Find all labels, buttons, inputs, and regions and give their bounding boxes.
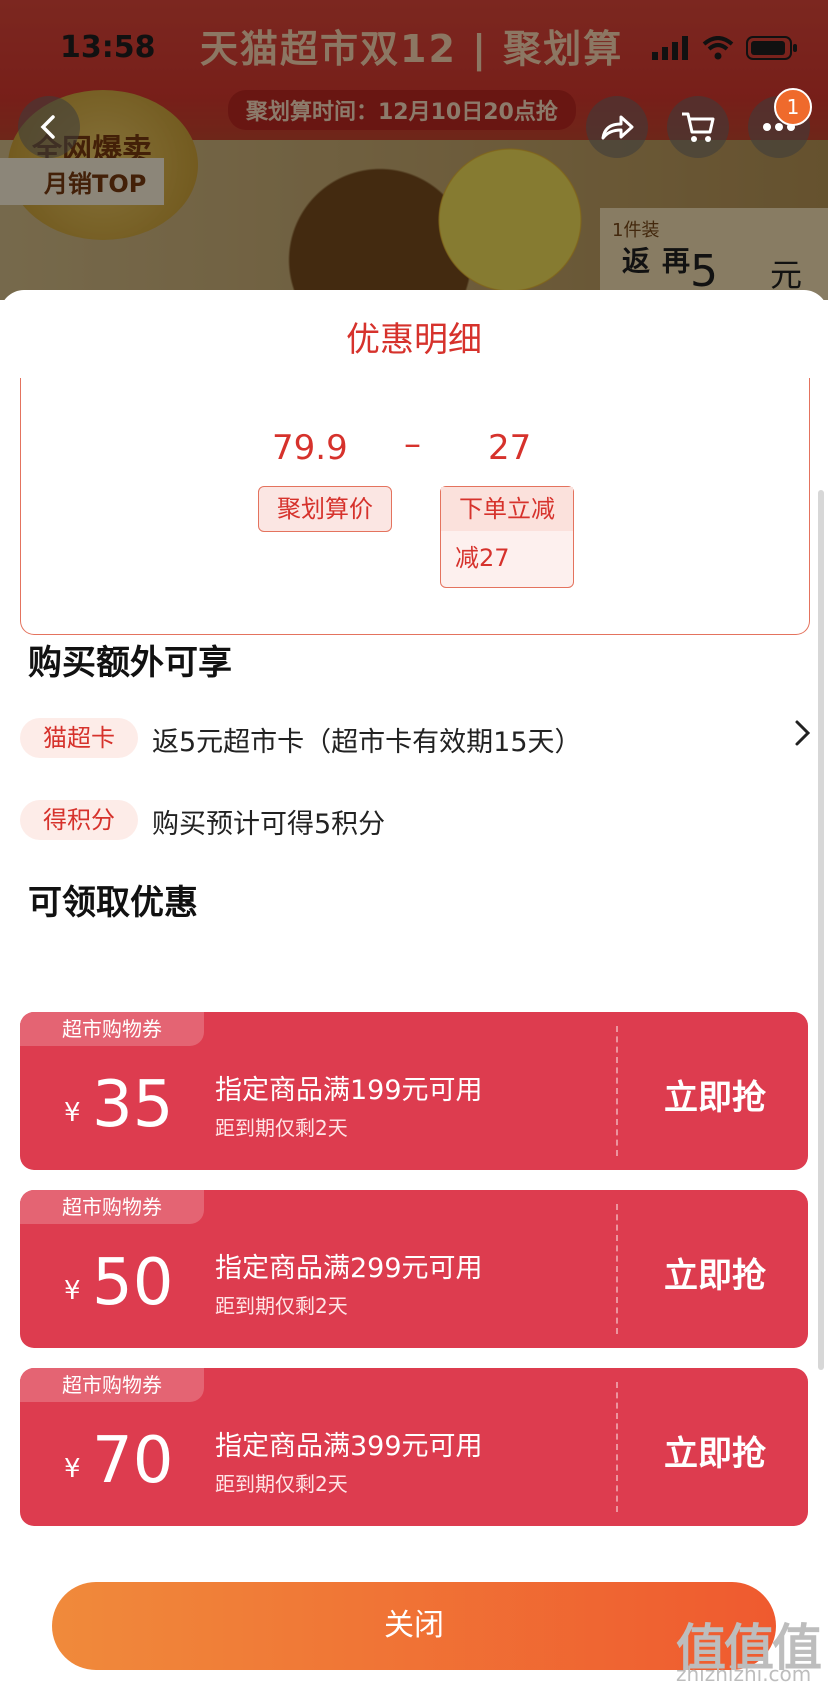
coupon-amount: 35 bbox=[92, 1068, 174, 1142]
coupon-card: 超市购物券 ¥ 35 指定商品满199元可用 距到期仅剩2天 立即抢 bbox=[20, 1012, 808, 1170]
battery-icon bbox=[746, 36, 797, 60]
coupon-expiry: 距到期仅剩2天 bbox=[215, 1472, 348, 1496]
coupon-type-tag: 超市购物券 bbox=[20, 1012, 204, 1046]
notification-badge: 1 bbox=[774, 88, 812, 126]
coupon-condition: 指定商品满399元可用 bbox=[215, 1431, 483, 1462]
sheet-title: 优惠明细 bbox=[346, 320, 482, 360]
wifi-icon bbox=[702, 36, 734, 60]
instant-discount-value: 27 bbox=[488, 428, 532, 468]
coupon-type-tag: 超市购物券 bbox=[20, 1368, 204, 1402]
juhuasuan-price-label: 聚划算价 bbox=[258, 486, 392, 532]
coupon-divider bbox=[616, 1204, 618, 1334]
coupon-currency: ¥ bbox=[64, 1454, 81, 1484]
back-button[interactable] bbox=[18, 96, 80, 158]
minus-operator: – bbox=[404, 424, 421, 464]
coupon-currency: ¥ bbox=[64, 1098, 81, 1128]
coupon-expiry: 距到期仅剩2天 bbox=[215, 1116, 348, 1140]
points-tag: 得积分 bbox=[20, 800, 138, 840]
coupon-condition: 指定商品满199元可用 bbox=[215, 1075, 483, 1106]
share-icon bbox=[601, 115, 634, 140]
points-text: 购买预计可得5积分 bbox=[152, 809, 386, 840]
instant-discount-tag: 下单立减 减27 bbox=[440, 486, 574, 588]
price-calculation-box bbox=[20, 378, 810, 635]
supermarket-card-text: 返5元超市卡（超市卡有效期15天） bbox=[152, 727, 582, 758]
coupon-divider bbox=[616, 1026, 618, 1156]
coupon-card: 超市购物券 ¥ 50 指定商品满299元可用 距到期仅剩2天 立即抢 bbox=[20, 1190, 808, 1348]
status-time: 13:58 bbox=[60, 30, 156, 65]
coupon-card: 超市购物券 ¥ 70 指定商品满399元可用 距到期仅剩2天 立即抢 bbox=[20, 1368, 808, 1526]
supermarket-card-tag: 猫超卡 bbox=[20, 718, 138, 758]
available-coupons-title: 可领取优惠 bbox=[28, 883, 198, 923]
claim-coupon-button[interactable]: 立即抢 bbox=[664, 1070, 766, 1119]
claim-coupon-button[interactable]: 立即抢 bbox=[664, 1248, 766, 1297]
cellular-signal-icon bbox=[652, 36, 688, 60]
scrollbar[interactable] bbox=[818, 490, 824, 1370]
chevron-right-icon[interactable] bbox=[786, 716, 820, 750]
coupon-divider bbox=[616, 1382, 618, 1512]
coupon-condition: 指定商品满299元可用 bbox=[215, 1253, 483, 1284]
coupon-amount: 70 bbox=[92, 1424, 174, 1498]
instant-discount-detail: 减27 bbox=[455, 544, 510, 572]
juhuasuan-price-value: 79.9 bbox=[272, 428, 348, 468]
coupon-type-tag: 超市购物券 bbox=[20, 1190, 204, 1224]
instant-discount-label: 下单立减 bbox=[441, 487, 573, 531]
claim-coupon-button[interactable]: 立即抢 bbox=[664, 1426, 766, 1475]
status-icons bbox=[652, 36, 798, 60]
close-button[interactable]: 关闭 bbox=[52, 1582, 776, 1670]
coupon-amount: 50 bbox=[92, 1246, 174, 1320]
shopping-cart-icon bbox=[682, 112, 715, 142]
extra-benefits-title: 购买额外可享 bbox=[28, 643, 232, 683]
coupon-expiry: 距到期仅剩2天 bbox=[215, 1294, 348, 1318]
share-button[interactable] bbox=[586, 96, 648, 158]
site-watermark-domain: zhizhizhi.com bbox=[676, 1662, 812, 1686]
cart-button[interactable] bbox=[667, 96, 729, 158]
coupon-currency: ¥ bbox=[64, 1276, 81, 1306]
chevron-left-icon bbox=[40, 115, 55, 139]
discount-details-sheet: 优惠明细 79.9 – 27 聚划算价 下单立减 减27 购买额外可享 猫超卡 … bbox=[0, 290, 828, 1695]
